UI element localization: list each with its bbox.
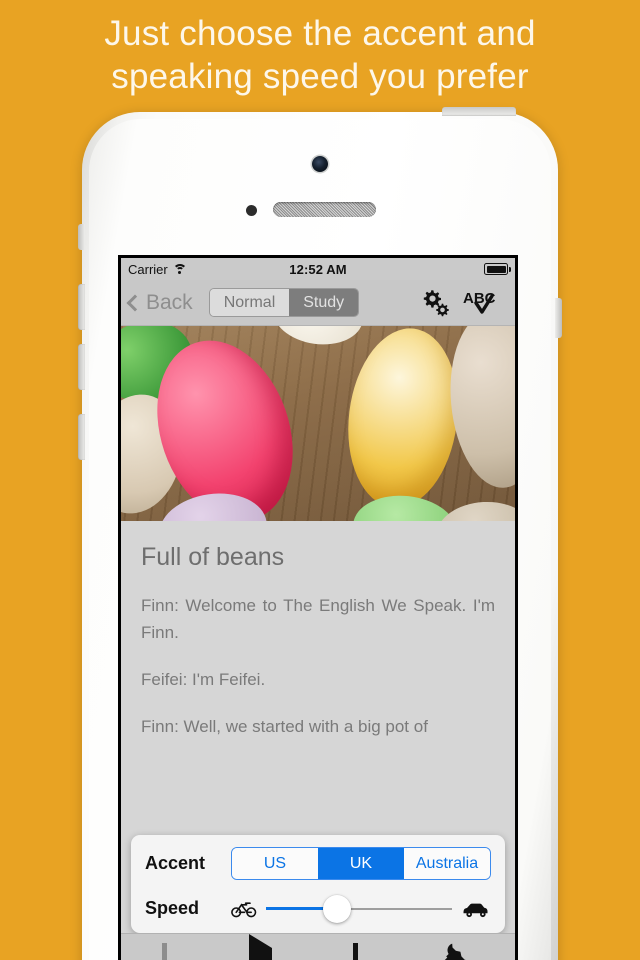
accent-option-australia[interactable]: Australia (404, 848, 490, 879)
speed-label: Speed (145, 898, 200, 918)
headline-line-1: Just choose the accent and (104, 14, 536, 53)
slider-thumb[interactable] (322, 894, 351, 923)
accent-option-us[interactable]: US (232, 848, 318, 879)
play-button[interactable] (248, 933, 272, 960)
settings-button[interactable] (440, 941, 474, 960)
front-camera-icon (312, 156, 328, 172)
accent-row: Accent US UK Australia (145, 847, 491, 880)
accent-option-uk[interactable]: UK (318, 848, 404, 879)
speed-slider[interactable] (266, 894, 452, 923)
clock-label: 12:52 AM (289, 261, 347, 277)
headline-line-2: speaking speed you prefer (111, 57, 529, 96)
chevron-left-icon (161, 942, 167, 960)
proximity-sensor-icon (246, 205, 257, 216)
lesson-transcript: Finn: Welcome to The English We Speak. I… (121, 572, 515, 740)
lesson-title: Full of beans (141, 543, 285, 571)
app-viewport: Carrier 12:52 AM Back Normal Study ABC F… (121, 258, 515, 960)
back-button-label: Back (146, 290, 193, 314)
phone-screen: Carrier 12:52 AM Back Normal Study ABC F… (118, 255, 518, 960)
earpiece-speaker-icon (273, 202, 376, 217)
abc-check-icon[interactable]: ABC (463, 289, 503, 317)
status-bar: Carrier 12:52 AM (121, 258, 515, 280)
accent-label: Accent (145, 853, 206, 873)
battery-full-icon (484, 263, 511, 275)
volume-down-button[interactable] (78, 344, 85, 390)
playback-toolbar (121, 933, 515, 960)
transcript-line-1: Finn: Welcome to The English We Speak. I… (141, 596, 495, 642)
next-button[interactable] (353, 942, 359, 960)
mode-segmented-control[interactable]: Normal Study (208, 288, 360, 317)
wrench-icon (444, 943, 469, 960)
power-button[interactable] (442, 107, 516, 116)
play-icon (248, 933, 272, 960)
page-title: Just choose the accent and speaking spee… (0, 12, 640, 98)
accent-segmented-control[interactable]: US UK Australia (231, 847, 491, 880)
right-side-button[interactable] (555, 298, 562, 338)
tab-normal[interactable]: Normal (209, 289, 290, 316)
tab-study[interactable]: Study (289, 289, 359, 316)
volume-up-button[interactable] (78, 284, 85, 330)
chevron-left-icon (126, 294, 144, 311)
navigation-bar: Back Normal Study ABC (121, 280, 515, 326)
volume-extra-button[interactable] (78, 414, 85, 460)
speed-row: Speed (145, 894, 491, 923)
bicycle-icon (231, 900, 257, 918)
transcript-line-3: Finn: Well, we started with a big pot of (141, 717, 428, 736)
settings-popover: Accent US UK Australia Speed (131, 835, 505, 945)
transcript-line-2: Feifei: I'm Feifei. (141, 670, 266, 689)
gears-icon[interactable] (420, 289, 450, 317)
chevron-right-icon (353, 942, 359, 960)
phone-device-frame: Carrier 12:52 AM Back Normal Study ABC F… (78, 107, 562, 960)
previous-button[interactable] (161, 942, 167, 960)
ring-switch[interactable] (78, 224, 85, 250)
lesson-image (121, 326, 515, 521)
car-icon (461, 900, 491, 918)
back-button[interactable]: Back (126, 290, 193, 315)
